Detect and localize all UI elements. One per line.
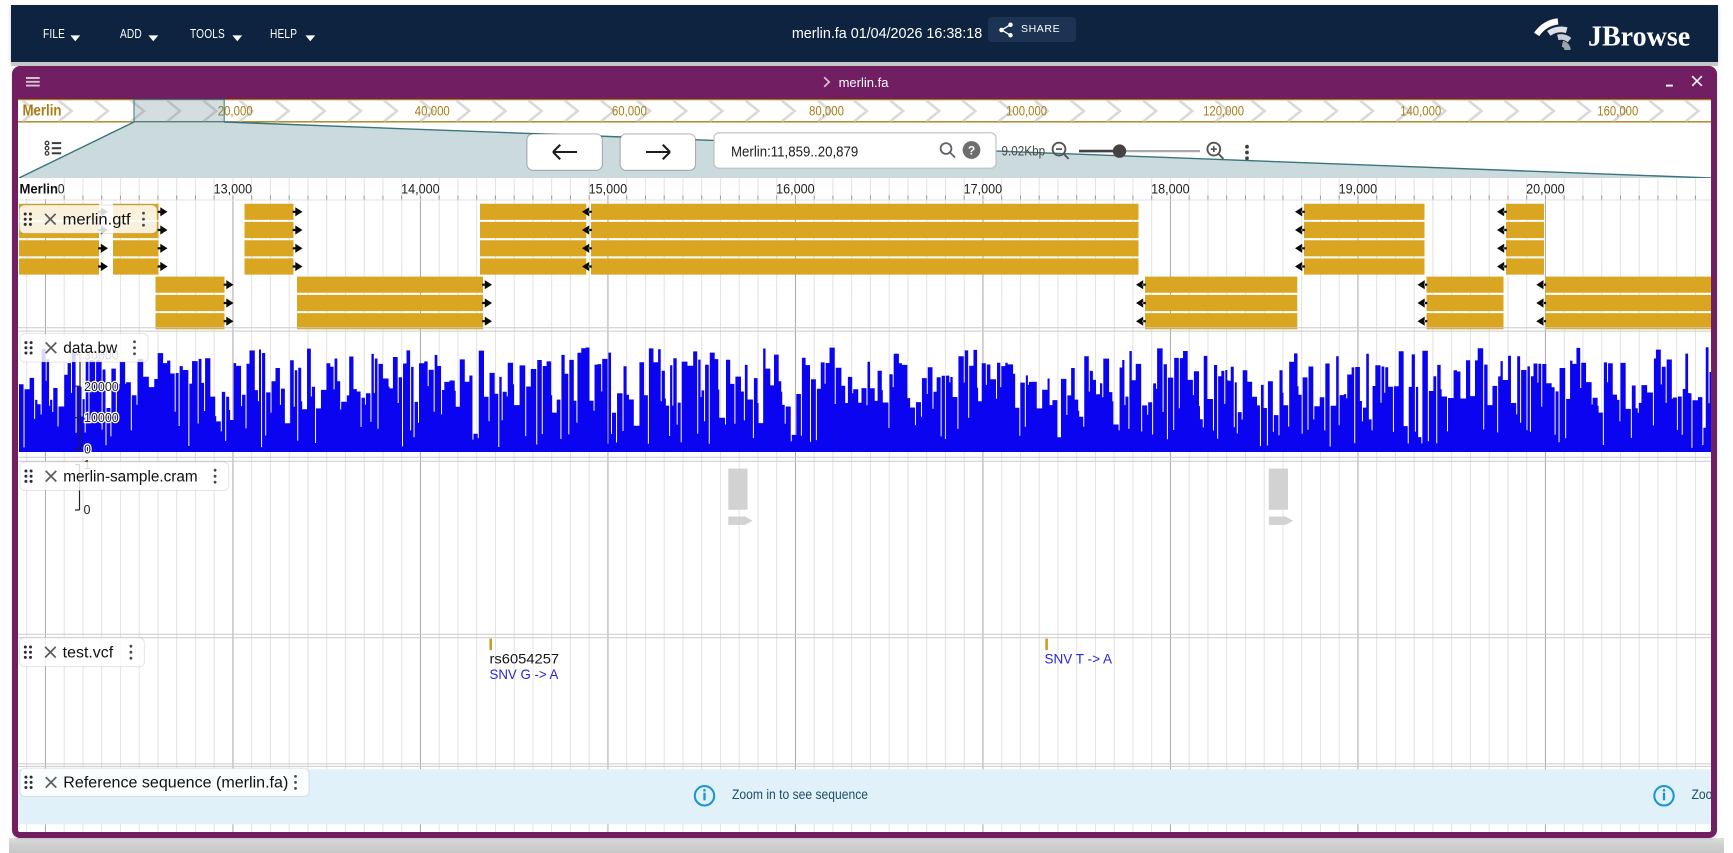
svg-text:Merlin: Merlin [20, 180, 59, 196]
svg-text:60,000: 60,000 [612, 103, 647, 118]
svg-text:15,000: 15,000 [589, 181, 628, 196]
svg-text:Merlin: Merlin [23, 102, 62, 119]
svg-text:merlin-sample.cram: merlin-sample.cram [63, 468, 197, 485]
svg-text:SNV T -> A: SNV T -> A [1045, 650, 1113, 666]
svg-text:80,000: 80,000 [809, 103, 844, 118]
svg-text:14,000: 14,000 [401, 181, 440, 196]
svg-text:18,000: 18,000 [1151, 181, 1190, 196]
svg-text:160,000: 160,000 [1597, 103, 1638, 118]
svg-text:10000: 10000 [84, 411, 119, 425]
svg-text:SNV G -> A: SNV G -> A [490, 665, 560, 681]
svg-text:Merlin:11,859..20,879: Merlin:11,859..20,879 [731, 143, 858, 160]
svg-text:JBrowse: JBrowse [1588, 22, 1690, 53]
svg-text:16,000: 16,000 [776, 181, 815, 196]
svg-text:120,000: 120,000 [1203, 103, 1244, 118]
svg-text:40,000: 40,000 [415, 103, 450, 118]
svg-text:9.02Kbp: 9.02Kbp [1002, 143, 1046, 158]
svg-text:19,000: 19,000 [1339, 181, 1378, 196]
svg-text:test.vcf: test.vcf [63, 644, 114, 661]
svg-text:20,000: 20,000 [1526, 181, 1565, 196]
svg-text:0: 0 [84, 442, 91, 456]
svg-text:merlin.gtf: merlin.gtf [63, 211, 132, 228]
svg-text:data.bw: data.bw [63, 340, 118, 357]
svg-text:Reference sequence (merlin.fa): Reference sequence (merlin.fa) [63, 774, 288, 791]
svg-text:100,000: 100,000 [1006, 103, 1047, 118]
svg-text:Zoom in to see sequence: Zoom in to see sequence [732, 785, 868, 801]
svg-text:rs6054257: rs6054257 [490, 650, 560, 666]
svg-text:0: 0 [84, 503, 91, 517]
svg-text:13,000: 13,000 [214, 181, 253, 196]
svg-text:140,000: 140,000 [1400, 103, 1441, 118]
svg-text:?: ? [968, 143, 975, 157]
svg-text:20000: 20000 [84, 379, 119, 393]
svg-text:Zoom in to see sequence: Zoom in to see sequence [1692, 785, 1712, 801]
svg-text:17,000: 17,000 [964, 181, 1003, 196]
